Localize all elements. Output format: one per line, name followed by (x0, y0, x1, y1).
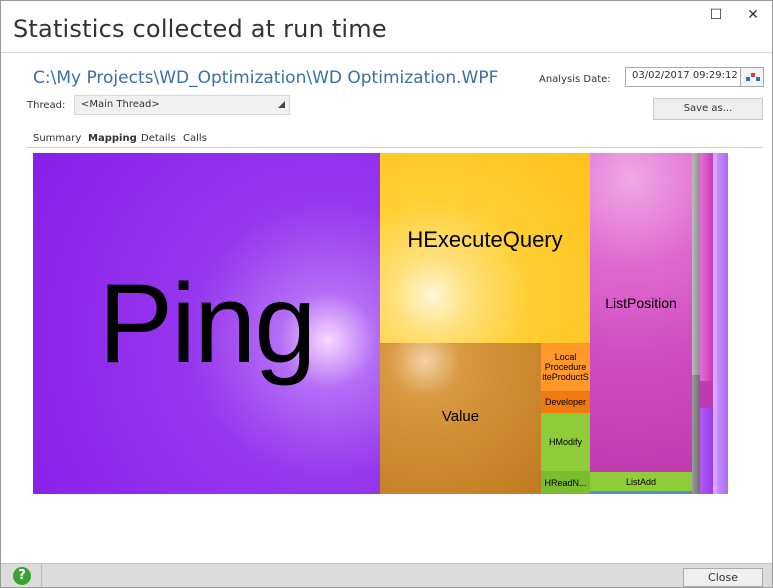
treemap-label-hmodify: HModify (548, 437, 582, 447)
treemap-cell-lavender-strip[interactable] (717, 153, 728, 494)
thread-select[interactable]: <Main Thread> (74, 95, 290, 115)
footer-bar (1, 563, 772, 587)
treemap-cell-hexecutequery[interactable]: HExecuteQuery (380, 153, 590, 343)
treemap-cell-violet-small[interactable] (700, 408, 713, 494)
treemap-label-listadd: ListAdd (625, 476, 657, 487)
tab-summary[interactable]: Summary (33, 133, 81, 144)
treemap-label-hexecutequery: HExecuteQuery (407, 227, 563, 252)
treemap-cell-pink-strip[interactable] (700, 153, 713, 381)
treemap-cell-developer[interactable]: Developer (541, 391, 590, 413)
treemap-cell-listposition[interactable]: ListPosition (590, 153, 692, 472)
treemap-label-hreadn: HReadN... (544, 477, 587, 488)
title-divider (1, 52, 772, 53)
close-button[interactable]: Close (683, 568, 763, 587)
window-title: Statistics collected at run time (13, 15, 387, 43)
save-as-button[interactable]: Save as... (653, 98, 763, 120)
treemap-cell-listadd[interactable]: ListAdd (590, 472, 692, 491)
treemap-cell-ping[interactable]: Ping (33, 153, 380, 494)
treemap-label-developer: Developer (544, 397, 587, 407)
tab-divider (27, 147, 763, 148)
treemap-cell-value[interactable]: Value (380, 343, 541, 494)
analysis-date-field[interactable]: 03/02/2017 09:29:12 (625, 67, 741, 87)
dropdown-arrow-icon (278, 101, 285, 108)
footer-divider (41, 564, 42, 587)
tab-calls[interactable]: Calls (183, 133, 207, 144)
treemap-label-ping: Ping (98, 261, 316, 386)
treemap-cell-pink-small[interactable] (700, 381, 713, 408)
project-file-path: C:\My Projects\WD_Optimization\WD Optimi… (33, 68, 499, 88)
tab-details[interactable]: Details (141, 133, 176, 144)
treemap-cell-gray-bottom[interactable] (692, 375, 700, 494)
thread-label: Thread: (27, 100, 66, 111)
treemap-cell-small-blue[interactable] (590, 491, 692, 494)
analysis-date-label: Analysis Date: (539, 74, 611, 85)
calendar-picker-button[interactable] (740, 67, 764, 87)
thread-select-value: <Main Thread> (81, 99, 160, 110)
treemap-cell-hmodify[interactable]: HModify (541, 413, 590, 471)
treemap-cell-local-procedure[interactable]: Local Procedure iteProductS (541, 343, 590, 391)
statistics-window: Statistics collected at run time ☐ ✕ C:\… (0, 0, 773, 588)
close-window-button[interactable]: ✕ (735, 3, 771, 27)
treemap-cell-hreadn[interactable]: HReadN... (541, 471, 590, 494)
treemap: Ping HExecuteQuery Value Local Procedure… (33, 153, 728, 494)
help-icon[interactable]: ? (13, 567, 31, 585)
maximize-button[interactable]: ☐ (698, 3, 734, 27)
tab-mapping[interactable]: Mapping (88, 133, 137, 144)
treemap-label-local-procedure: Local Procedure iteProductS (542, 352, 589, 382)
treemap-label-value: Value (441, 408, 480, 425)
treemap-cell-gray-top[interactable] (692, 153, 700, 375)
calendar-picker-icon (740, 67, 764, 87)
treemap-label-listposition: ListPosition (605, 294, 677, 311)
